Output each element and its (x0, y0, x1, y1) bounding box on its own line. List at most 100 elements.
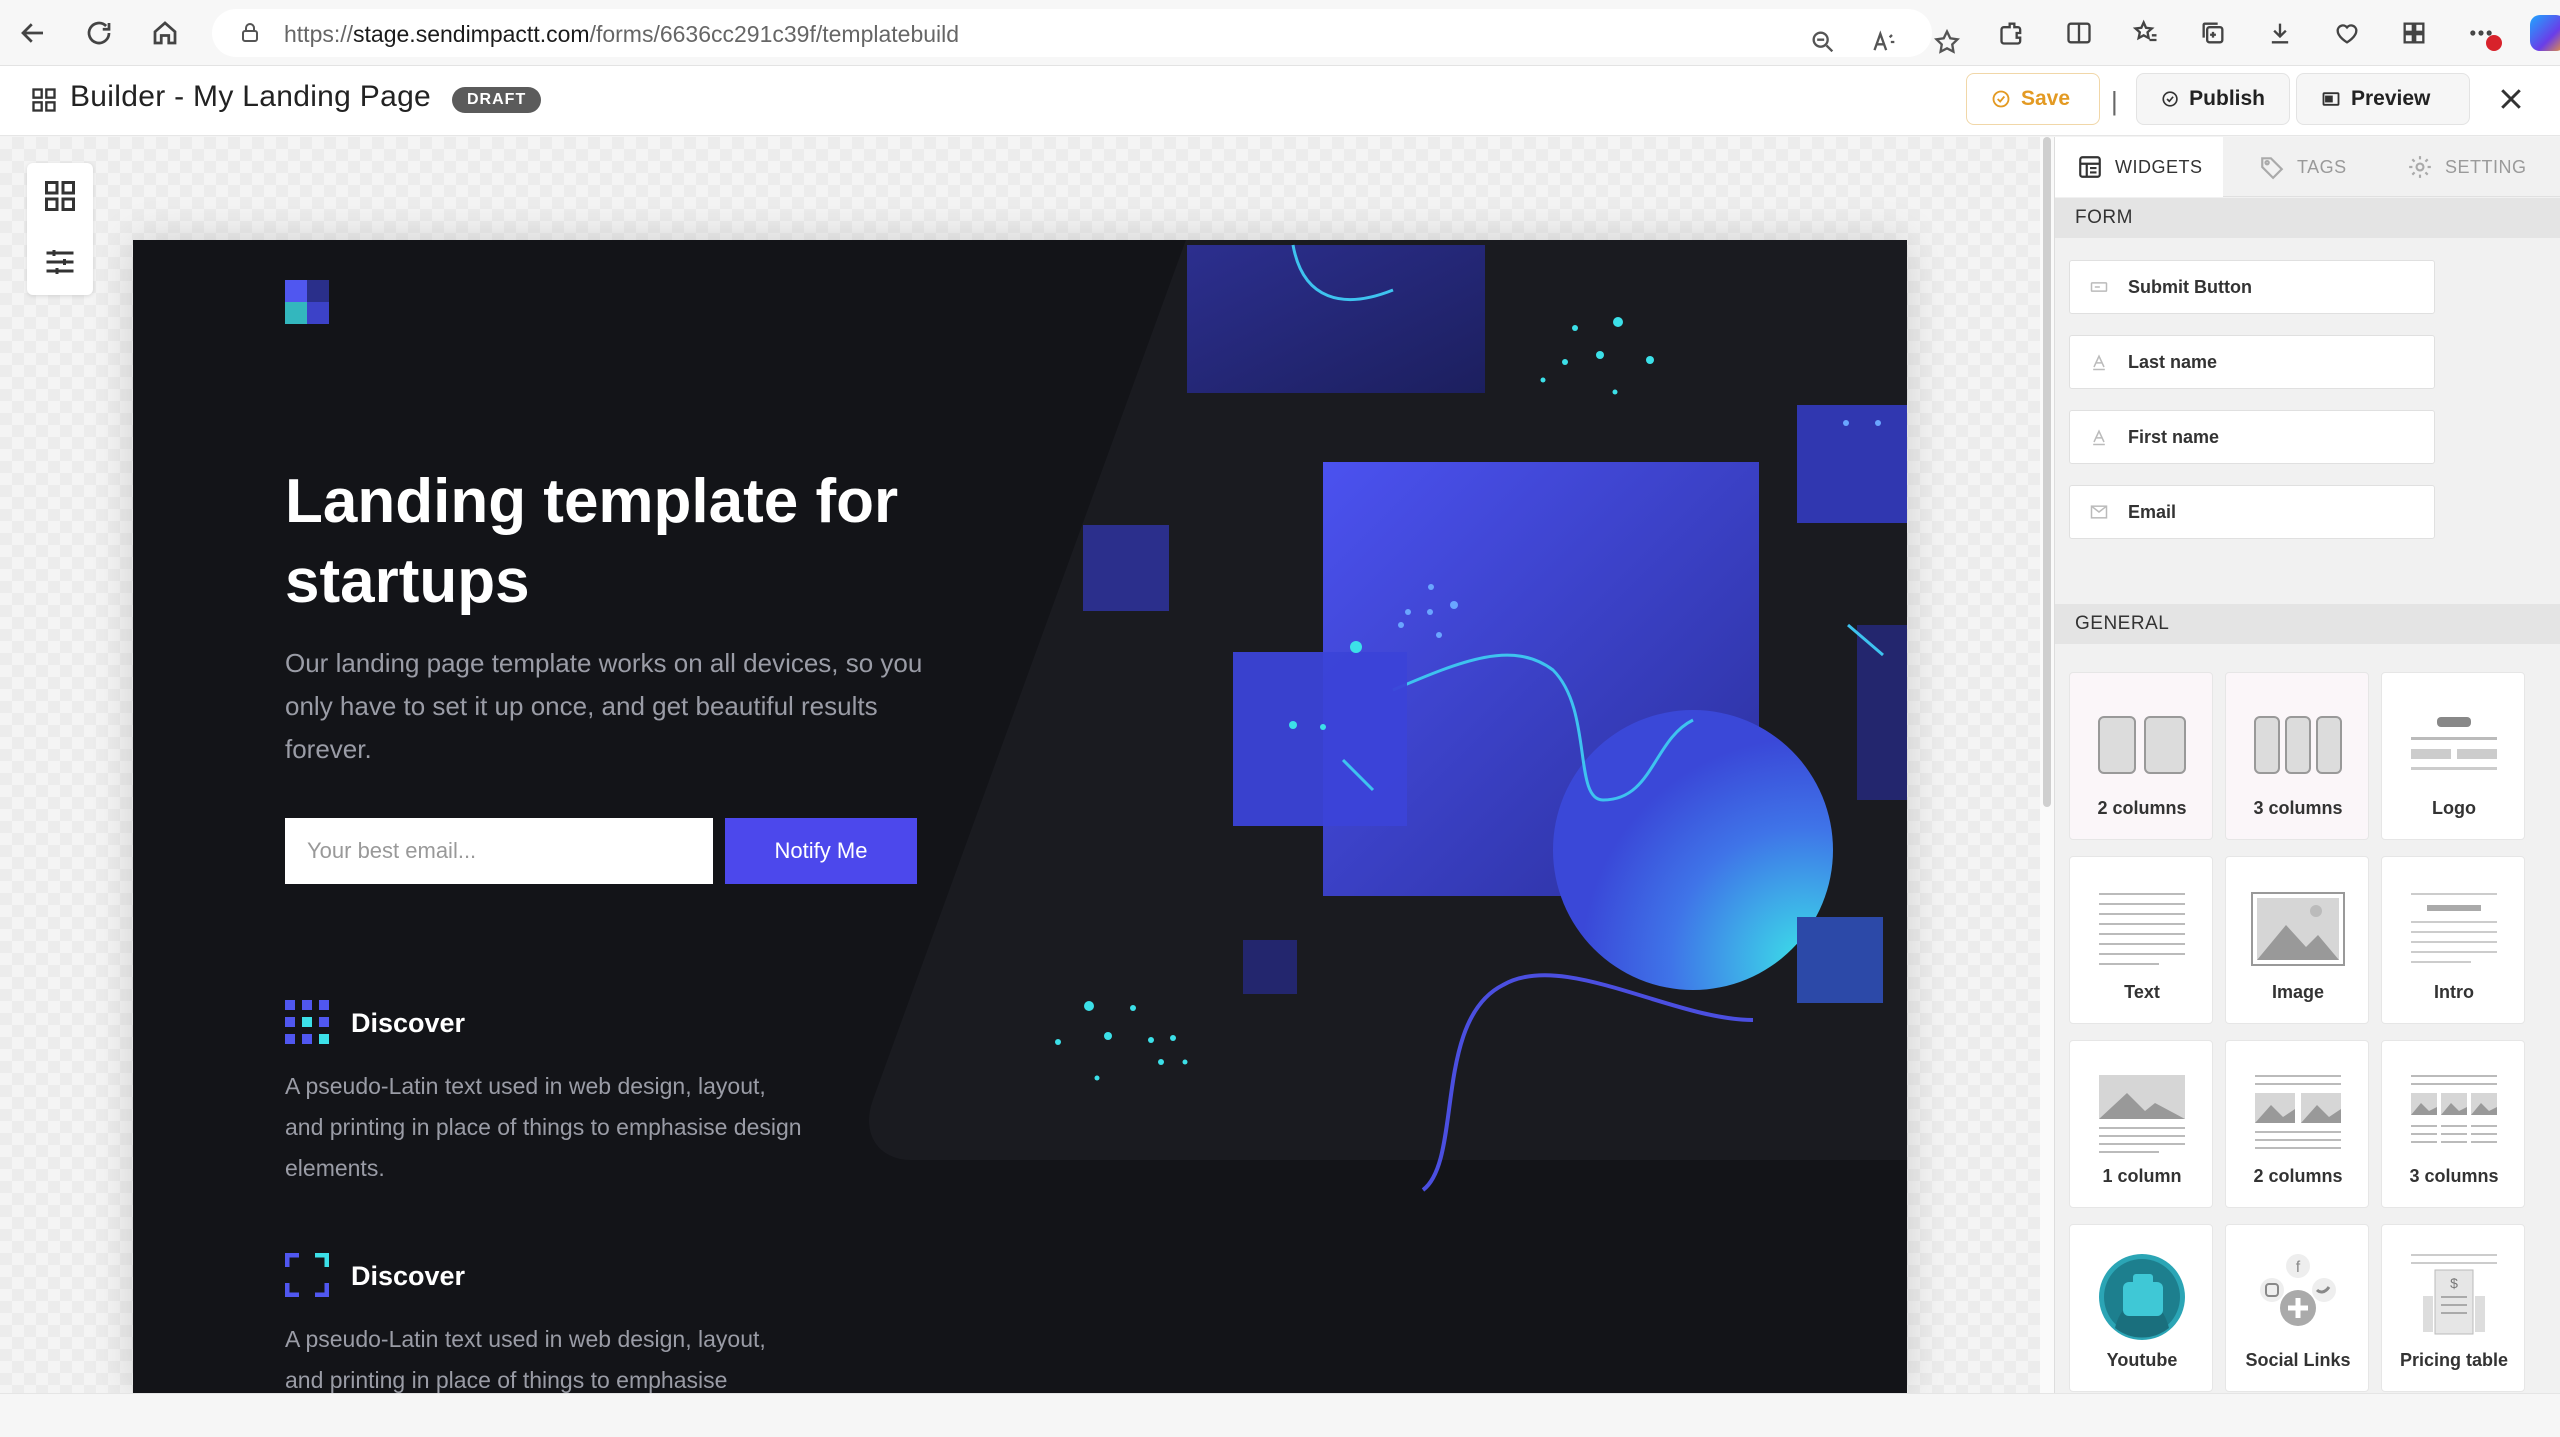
layout-blocks-button[interactable] (27, 163, 93, 229)
landing-page-preview[interactable]: Landing template for startups Our landin… (133, 240, 1907, 1393)
feature-text: A pseudo-Latin text used in web design, … (285, 1073, 802, 1181)
widget-social-links[interactable]: f Social Links (2225, 1224, 2369, 1392)
status-strip (0, 1393, 2560, 1437)
widgets-icon (2079, 156, 2101, 178)
back-button[interactable] (0, 0, 66, 66)
widget-image[interactable]: Image (2225, 856, 2369, 1024)
notify-me-button[interactable]: Notify Me (725, 818, 917, 884)
svg-text:f: f (2296, 1259, 2301, 1276)
tag-icon (2261, 157, 2284, 180)
widget-text[interactable]: Text (2069, 856, 2213, 1024)
sliders-icon (46, 250, 74, 274)
favorites-icon[interactable] (2112, 9, 2179, 57)
scrollbar-thumb[interactable] (2043, 137, 2051, 807)
button-icon (2070, 277, 2128, 297)
read-aloud-icon[interactable] (1854, 18, 1916, 66)
pricing-table-icon: $ (2411, 1254, 2497, 1335)
widget-youtube[interactable]: Youtube (2069, 1224, 2213, 1392)
widget-intro[interactable]: Intro (2381, 856, 2525, 1024)
feature-heading: Discover (351, 1008, 466, 1038)
apps-icon[interactable] (2380, 9, 2447, 57)
header-separator: | (2111, 86, 2118, 116)
check-circle-icon (2162, 91, 2178, 107)
back-arrow-icon (21, 22, 43, 43)
two-columns-icon (2098, 716, 2186, 774)
social-links-icon: f (2260, 1254, 2336, 1326)
check-circle-icon (1992, 90, 2010, 108)
url-text: https://stage.sendimpactt.com/forms/6636… (284, 21, 960, 47)
form-section-header: FORM (2055, 198, 2560, 238)
one-column-image-icon (2099, 1075, 2185, 1153)
widget-first-name[interactable]: First name (2069, 410, 2435, 464)
widget-last-name[interactable]: Last name (2069, 335, 2435, 389)
lock-icon (238, 21, 262, 50)
panel-tabs: WIDGETS TAGS SETTING (2055, 137, 2560, 197)
intro-block-icon (2411, 893, 2497, 963)
zoom-icon[interactable] (1792, 18, 1854, 66)
youtube-icon (2099, 1254, 2185, 1340)
gear-icon (2409, 156, 2431, 178)
reload-icon (87, 21, 111, 44)
widget-logo[interactable]: Logo (2381, 672, 2525, 840)
home-button[interactable] (132, 0, 198, 66)
widget-1-column[interactable]: 1 column (2069, 1040, 2213, 1208)
extensions-icon[interactable] (1978, 9, 2045, 57)
publish-button[interactable]: Publish (2136, 73, 2290, 125)
close-icon[interactable] (2496, 84, 2526, 119)
widget-email[interactable]: Email (2069, 485, 2435, 539)
split-screen-icon[interactable] (2045, 9, 2112, 57)
notification-badge (2486, 35, 2502, 51)
two-column-image-icon (2255, 1075, 2341, 1149)
reload-button[interactable] (66, 0, 132, 66)
widget-submit-button[interactable]: Submit Button (2069, 260, 2435, 314)
widget-3-columns-image[interactable]: 3 columns (2381, 1040, 2525, 1208)
collections-icon[interactable] (2179, 9, 2246, 57)
home-icon (153, 20, 177, 44)
three-column-image-icon (2411, 1075, 2497, 1143)
widget-2-columns[interactable]: 2 columns (2069, 672, 2213, 840)
widgets-panel: WIDGETS TAGS SETTING FORM Submit Button … (2054, 137, 2560, 1393)
three-columns-icon (2254, 716, 2342, 774)
widget-2-columns-image[interactable]: 2 columns (2225, 1040, 2369, 1208)
widget-pricing-table[interactable]: $ Pricing table (2381, 1224, 2525, 1392)
envelope-icon (2070, 502, 2128, 522)
svg-text:$: $ (2450, 1275, 2458, 1291)
copilot-icon[interactable] (2514, 9, 2560, 57)
logo-block-icon (2411, 717, 2497, 770)
adjust-settings-button[interactable] (27, 229, 93, 295)
blocks-grid-icon (45, 181, 75, 211)
text-field-icon (2070, 352, 2128, 372)
frame-corners-icon (285, 1253, 329, 1297)
tab-widgets[interactable]: WIDGETS (2055, 137, 2223, 197)
status-badge: DRAFT (452, 87, 542, 113)
text-block-icon (2099, 893, 2185, 965)
downloads-icon[interactable] (2246, 9, 2313, 57)
general-section-header: GENERAL (2055, 604, 2560, 644)
apps-grid-icon[interactable] (30, 86, 58, 119)
address-bar[interactable]: https://stage.sendimpactt.com/forms/6636… (212, 9, 1961, 57)
hero-illustration (1055, 244, 1907, 1192)
hero-subtitle: Our landing page template works on all d… (285, 648, 923, 764)
feature-text: A pseudo-Latin text used in web design, … (285, 1326, 766, 1393)
hero-title: Landing template for startups (285, 467, 899, 616)
feature-heading: Discover (351, 1261, 466, 1291)
text-field-icon (2070, 427, 2128, 447)
canvas-scrollbar[interactable] (2040, 137, 2054, 1393)
widget-3-columns[interactable]: 3 columns (2225, 672, 2369, 840)
canvas-toolbox (27, 163, 93, 295)
dots-grid-icon (285, 1000, 329, 1044)
browser-toolbar: https://stage.sendimpactt.com/forms/6636… (0, 0, 2560, 66)
more-menu-icon[interactable] (2447, 9, 2514, 57)
preview-window-icon (2322, 92, 2340, 106)
builder-header: Builder - My Landing Page DRAFT Save | P… (0, 66, 2560, 136)
save-button[interactable]: Save (1966, 73, 2100, 125)
email-input[interactable]: Your best email... (285, 818, 713, 884)
favorite-star-icon[interactable] (1916, 18, 1978, 66)
image-block-icon (2251, 892, 2345, 966)
browser-essentials-icon[interactable] (2313, 9, 2380, 57)
tab-tags[interactable]: TAGS (2223, 137, 2383, 197)
brand-logo (285, 280, 329, 324)
tab-setting[interactable]: SETTING (2383, 137, 2560, 197)
preview-button[interactable]: Preview (2296, 73, 2470, 125)
page-title: Builder - My Landing Page (70, 80, 432, 113)
